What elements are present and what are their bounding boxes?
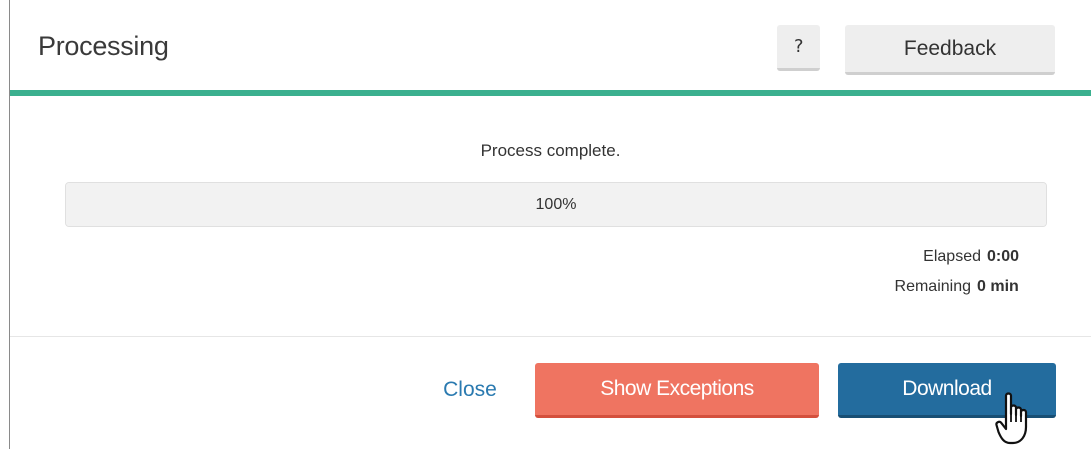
time-stats: Elapsed 0:00 Remaining 0 min (895, 242, 1025, 302)
dialog-title: Processing (38, 31, 169, 61)
remaining-row: Remaining 0 min (895, 272, 1025, 302)
header-accent-bar (10, 90, 1091, 96)
footer-divider (10, 336, 1091, 337)
help-button[interactable]: ? (777, 25, 820, 71)
remaining-label: Remaining (894, 278, 971, 295)
progress-status: Process complete. (480, 141, 621, 160)
progress-bar: 100% (65, 182, 1047, 227)
elapsed-value: 0:00 (987, 248, 1020, 265)
elapsed-label: Elapsed (923, 248, 981, 265)
close-button[interactable]: Close (428, 370, 512, 410)
progress-percent: 100% (535, 195, 577, 213)
dialog-header: Processing ? Feedback (10, 0, 1091, 90)
remaining-value: 0 min (977, 278, 1019, 295)
show-exceptions-button[interactable]: Show Exceptions (535, 363, 819, 418)
elapsed-row: Elapsed 0:00 (895, 242, 1025, 272)
download-button[interactable]: Download (838, 363, 1056, 418)
feedback-button[interactable]: Feedback (845, 25, 1055, 75)
